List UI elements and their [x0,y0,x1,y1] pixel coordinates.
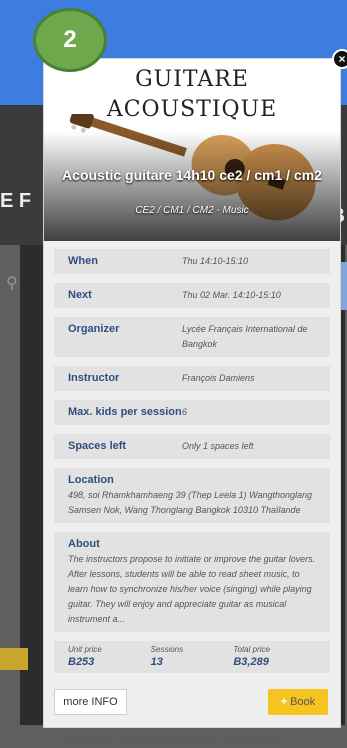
detail-value: Thu 02 Mar. 14:10-15:10 [182,290,281,300]
activity-hero: GUITARE ACOUSTIQUE Acoustic guitare 14h1… [44,59,340,241]
hero-title-line1: GUITARE [135,67,249,92]
detail-about: About The instructors propose to initiat… [54,532,330,632]
detail-instructor: Instructor François Damiens [54,366,330,391]
detail-value: Thu 14:10-15:10 [182,256,249,266]
detail-organizer: Organizer Lycée Français International d… [54,317,330,357]
about-label: About [68,538,100,550]
detail-value: François Damiens [182,373,255,383]
detail-value: Lycée Français International de Bangkok [182,324,308,349]
unit-price-value: B253 [68,656,95,668]
modal-actions: more INFO + Book [54,689,330,715]
total-price: Total price B3,289 [233,645,316,668]
sessions-label: Sessions [150,645,184,654]
background-yellow-button [0,648,28,670]
total-price-label: Total price [233,645,270,654]
unit-price: Unit price B253 [68,645,151,668]
step-badge: 2 [33,8,107,72]
detail-label: Organizer [68,323,120,335]
detail-when: When Thu 14:10-15:10 [54,249,330,274]
search-icon: ⚲ [6,275,18,292]
detail-spaces-left: Spaces left Only 1 spaces left [54,434,330,459]
close-icon[interactable]: × [332,49,347,69]
detail-next: Next Thu 02 Mar. 14:10-15:10 [54,283,330,308]
unit-price-label: Unit price [68,645,102,654]
sessions-value: 13 [150,656,163,668]
book-button[interactable]: + Book [268,689,328,715]
pricing-summary: Unit price B253 Sessions 13 Total price … [54,641,330,673]
sessions-count: Sessions 13 [151,645,234,668]
detail-max-kids: Max. kids per session 6 [54,400,330,425]
plus-icon: + [280,696,288,708]
detail-label: Instructor [68,372,120,384]
total-price-value: B3,289 [233,656,269,668]
book-button-label: Book [290,696,316,708]
more-info-button[interactable]: more INFO [54,689,127,715]
detail-label: Max. kids per session [68,406,182,418]
activity-modal: GUITARE ACOUSTIQUE Acoustic guitare 14h1… [43,58,341,728]
location-label: Location [68,474,114,486]
location-value: 498, soi Rhamkhamhaeng 39 (Thep Leela 1)… [68,490,312,515]
detail-label: Spaces left [68,440,127,452]
page-footer: © Copyright 2017 ActiveShop All Rights R… [62,736,285,743]
hero-overlay [44,131,340,241]
background-text-left: E F [0,190,32,212]
detail-value: Only 1 spaces left [182,441,254,451]
details-list: When Thu 14:10-15:10 Next Thu 02 Mar. 14… [44,241,340,632]
activity-name: Acoustic guitare 14h10 ce2 / cm1 / cm2 [62,167,322,183]
detail-label: When [68,255,98,267]
about-value: The instructors propose to initiate or i… [68,554,316,624]
detail-location: Location 498, soi Rhamkhamhaeng 39 (Thep… [54,468,330,523]
detail-value: 6 [182,407,188,417]
activity-tags: CE2 / CM1 / CM2 - Music [135,205,249,216]
detail-label: Next [68,289,92,301]
